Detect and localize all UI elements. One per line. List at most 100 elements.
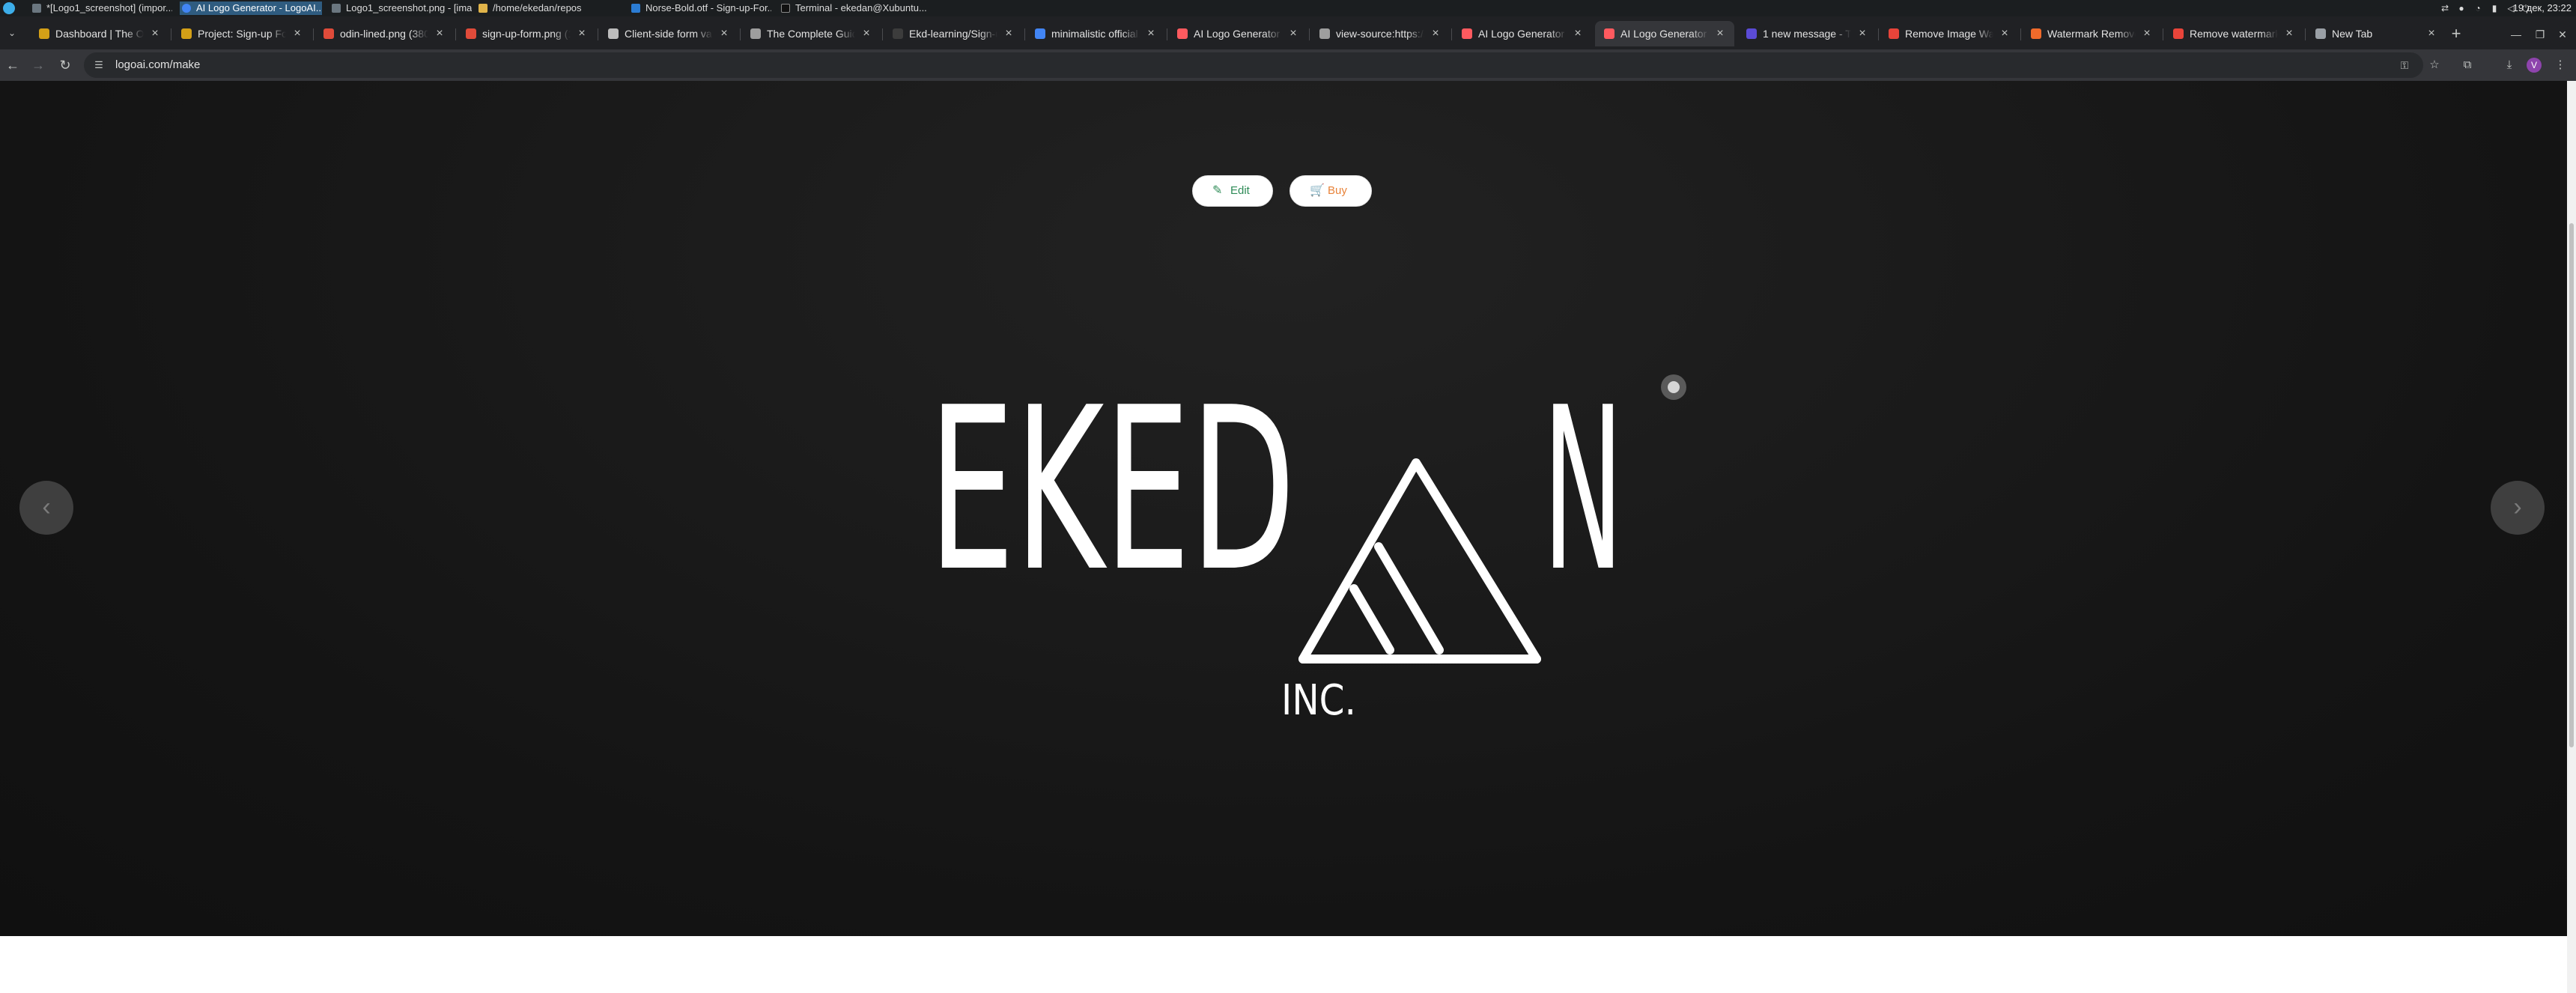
tab-title: Project: Sign-up Form | The Odin Project xyxy=(198,28,286,40)
network-arrows-icon[interactable]: ⇄ xyxy=(2440,3,2450,13)
os-taskbar: *[Logo1_screenshot] (impor... AI Logo Ge… xyxy=(0,0,2576,16)
logo-tagline: INC. xyxy=(1281,676,1356,725)
tab-close-icon[interactable]: × xyxy=(575,27,589,40)
browser-tab[interactable]: view-source:https://www... × xyxy=(1310,21,1450,46)
logo-actions-bar xyxy=(0,936,2567,993)
tab-favicon-icon xyxy=(1035,28,1045,39)
tab-search-chevron-icon[interactable]: ⌄ xyxy=(4,25,19,40)
profile-avatar[interactable]: V xyxy=(2527,58,2542,73)
wifi-icon[interactable]: ◔ xyxy=(2473,3,2483,13)
tab-close-icon[interactable]: × xyxy=(1856,27,1869,40)
tab-title: New Tab xyxy=(2332,28,2373,40)
taskbar-task[interactable]: Terminal - ekedan@Xubuntu... xyxy=(779,1,929,15)
browser-tab[interactable]: AI Logo Generator - LogoAI × xyxy=(1168,21,1307,46)
tab-close-icon[interactable]: × xyxy=(717,27,731,40)
tab-close-icon[interactable]: × xyxy=(860,27,873,40)
tab-close-icon[interactable]: × xyxy=(1713,27,1727,40)
tab-close-icon[interactable]: × xyxy=(2282,27,2296,40)
kebab-menu-icon[interactable]: ⋮ xyxy=(2552,57,2569,73)
tab-close-icon[interactable]: × xyxy=(148,27,162,40)
tab-title: Watermark Remover xyxy=(2047,28,2136,40)
browser-tab[interactable]: New Tab × xyxy=(2306,21,2446,46)
tab-close-icon[interactable]: × xyxy=(1429,27,1442,40)
carousel-next-button[interactable]: › xyxy=(2491,481,2545,535)
download-icon[interactable]: ⤓ xyxy=(2501,57,2518,73)
browser-tab[interactable]: 1 new message - Telegram × xyxy=(1737,21,1877,46)
bookmark-star-icon[interactable]: ☆ xyxy=(2426,57,2443,73)
taskbar-task-label: Terminal - ekedan@Xubuntu... xyxy=(795,2,927,13)
browser-tab[interactable]: Remove Image Watermark × xyxy=(1880,21,2019,46)
system-clock[interactable]: 19 дек, 23:22 xyxy=(2513,0,2572,16)
browser-tab[interactable]: Watermark Remover × xyxy=(2022,21,2161,46)
start-menu-icon[interactable] xyxy=(3,2,15,14)
chevron-right-icon: › xyxy=(2513,493,2522,521)
tab-separator xyxy=(1878,28,1879,40)
tab-separator xyxy=(740,28,741,40)
forward-arrow-icon[interactable]: → xyxy=(28,55,48,75)
page-scrollbar[interactable] xyxy=(2567,81,2576,993)
tab-separator xyxy=(1309,28,1310,40)
browser-tab[interactable]: The Complete Guide... × xyxy=(741,21,881,46)
browser-tab[interactable]: Project: Sign-up Form | The Odin Project… xyxy=(172,21,312,46)
scrollbar-thumb[interactable] xyxy=(2569,223,2574,747)
tab-close-icon[interactable]: × xyxy=(2425,27,2438,40)
tab-favicon-icon xyxy=(1889,28,1899,39)
tab-title: Client-side form validation xyxy=(625,28,713,40)
tab-close-icon[interactable]: × xyxy=(433,27,446,40)
browser-tab[interactable]: Client-side form validation × xyxy=(599,21,738,46)
taskbar-task[interactable]: Norse-Bold.otf - Sign-up-For... xyxy=(629,1,771,15)
tab-separator xyxy=(1451,28,1452,40)
address-url[interactable]: logoai.com/make xyxy=(115,58,200,72)
browser-tab[interactable]: Remove watermark from... × xyxy=(2164,21,2303,46)
address-bar[interactable]: ☰ logoai.com/make ⚿ xyxy=(84,52,2423,78)
maximize-icon[interactable]: ❐ xyxy=(2531,25,2549,43)
taskbar-task[interactable]: Logo1_screenshot.png - [ima... xyxy=(329,1,472,15)
new-tab-button[interactable]: + xyxy=(2447,25,2465,43)
carousel-prev-button[interactable]: ‹ xyxy=(19,481,73,535)
taskbar-task-label: AI Logo Generator - LogoAI... xyxy=(196,2,322,13)
chevron-left-icon: ‹ xyxy=(42,493,51,521)
tab-favicon-icon xyxy=(2173,28,2184,39)
tab-close-icon[interactable]: × xyxy=(1571,27,1585,40)
minimize-icon[interactable]: — xyxy=(2507,25,2525,43)
taskbar-task-active[interactable]: AI Logo Generator - LogoAI... xyxy=(180,1,322,15)
reload-icon[interactable]: ↻ xyxy=(55,55,75,75)
tab-close-icon[interactable]: × xyxy=(1287,27,1300,40)
incognito-key-icon[interactable]: ⚿ xyxy=(2398,58,2411,72)
extensions-puzzle-icon[interactable]: ⧉ xyxy=(2459,57,2476,73)
edit-button-label: Edit xyxy=(1230,184,1250,197)
browser-tab[interactable]: Dashboard | The Odin Project × xyxy=(30,21,169,46)
tab-separator xyxy=(313,28,314,40)
buy-button[interactable]: 🛒 Buy xyxy=(1289,175,1372,207)
site-info-icon[interactable]: ☰ xyxy=(93,59,105,71)
tab-close-icon[interactable]: × xyxy=(1002,27,1015,40)
close-window-icon[interactable]: ✕ xyxy=(2554,25,2572,43)
browser-tab[interactable]: odin-lined.png (380×... × xyxy=(315,21,454,46)
tab-title: Dashboard | The Odin Project xyxy=(55,28,144,40)
tab-favicon-icon xyxy=(2315,28,2326,39)
tab-title: AI Logo Generator - LogoAI xyxy=(1194,28,1282,40)
tab-close-icon[interactable]: × xyxy=(2140,27,2154,40)
tab-title: odin-lined.png (380×... xyxy=(340,28,428,40)
browser-tab[interactable]: minimalistic official... × xyxy=(1026,21,1165,46)
taskbar-task[interactable]: /home/ekedan/repos xyxy=(476,1,619,15)
tab-close-icon[interactable]: × xyxy=(291,27,304,40)
tab-favicon-icon xyxy=(750,28,761,39)
tab-separator xyxy=(882,28,883,40)
battery-icon[interactable]: ▮ xyxy=(2489,3,2500,13)
app-icon xyxy=(32,4,41,13)
browser-tab[interactable]: Ekd-learning/Sign-up... × xyxy=(884,21,1023,46)
page-viewport: ‹ › EKED N INC. ✎ Edit 🛒 Buy xyxy=(0,81,2567,993)
folder-icon xyxy=(479,4,487,13)
back-arrow-icon[interactable]: ← xyxy=(3,55,22,75)
browser-tab[interactable]: sign-up-form.png (1×... × xyxy=(457,21,596,46)
browser-tab-active[interactable]: AI Logo Generator - LogoAI × xyxy=(1595,21,1734,46)
taskbar-task[interactable]: *[Logo1_screenshot] (impor... xyxy=(30,1,172,15)
browser-tab[interactable]: AI Logo Generator - LogoAI × xyxy=(1453,21,1592,46)
tab-favicon-icon xyxy=(466,28,476,39)
taskbar-task-label: Norse-Bold.otf - Sign-up-For... xyxy=(645,2,771,13)
notification-bell-icon[interactable]: ● xyxy=(2456,3,2467,13)
tab-close-icon[interactable]: × xyxy=(1998,27,2011,40)
tab-close-icon[interactable]: × xyxy=(1144,27,1158,40)
edit-button[interactable]: ✎ Edit xyxy=(1192,175,1273,207)
